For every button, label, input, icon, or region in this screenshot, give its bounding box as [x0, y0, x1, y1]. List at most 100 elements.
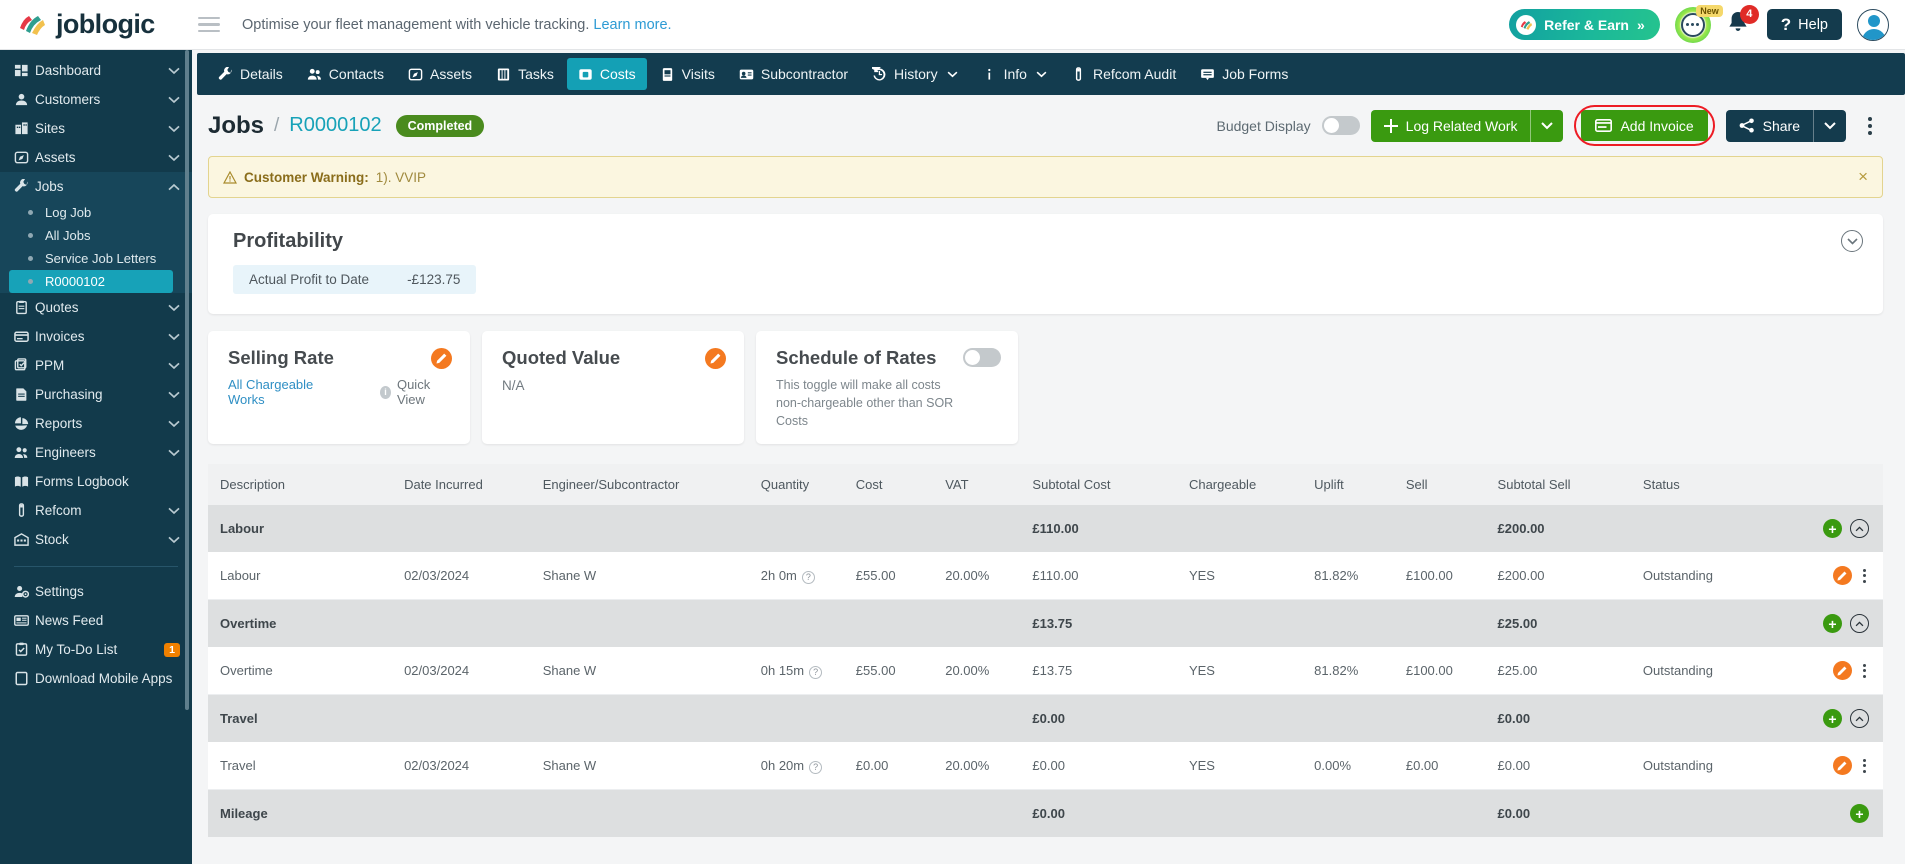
schedule-of-rates-toggle[interactable]: [963, 348, 1001, 367]
tab-chevron-down-icon[interactable]: [947, 71, 958, 78]
add-cost-button[interactable]: +: [1823, 519, 1842, 539]
sidebar-subitem-r0000102[interactable]: R0000102: [9, 270, 173, 293]
edit-row-button[interactable]: [1832, 661, 1852, 681]
sidebar-item-chevron[interactable]: [168, 67, 180, 75]
cell-engineer: Shane W: [542, 663, 597, 679]
tab-history[interactable]: History: [861, 58, 969, 90]
sidebar-item-chevron[interactable]: [168, 420, 180, 428]
tab-details[interactable]: Details: [207, 58, 294, 90]
sidebar-scrollbar[interactable]: [185, 50, 189, 710]
sidebar-item-forms-logbook[interactable]: Forms Logbook: [0, 467, 192, 496]
sidebar-subitem-service-job-letters[interactable]: Service Job Letters: [0, 247, 192, 270]
row-menu-button[interactable]: [1860, 568, 1869, 584]
sidebar-subitem-log-job[interactable]: Log Job: [0, 201, 192, 224]
share-button[interactable]: Share: [1725, 109, 1846, 142]
cell-engineer: [537, 600, 755, 648]
selling-rate-link[interactable]: All Chargeable Works: [228, 377, 336, 407]
refer-and-earn-button[interactable]: Refer & Earn »: [1509, 9, 1660, 40]
sidebar-item-chevron[interactable]: [168, 362, 180, 370]
sidebar-item-my-to-do-list[interactable]: My To-Do List 1: [0, 635, 192, 664]
tab-chevron-down-icon[interactable]: [1036, 71, 1047, 78]
collapse-group-icon[interactable]: [1850, 709, 1869, 729]
budget-display-toggle[interactable]: [1321, 116, 1360, 135]
sidebar-item-download-mobile-apps[interactable]: Download Mobile Apps: [0, 664, 192, 693]
cell-uplift: [1308, 695, 1400, 743]
tab-assets[interactable]: Assets: [397, 58, 483, 90]
sidebar-item-dashboard[interactable]: Dashboard: [0, 56, 192, 85]
notifications-button[interactable]: 4: [1726, 4, 1759, 40]
quantity-info-icon[interactable]: ?: [809, 760, 823, 774]
tab-subcontractor[interactable]: Subcontractor: [728, 58, 859, 90]
edit-row-button[interactable]: [1832, 566, 1852, 586]
help-button[interactable]: ? Help: [1766, 9, 1842, 40]
chat-button[interactable]: New: [1674, 4, 1723, 43]
sidebar-item-chevron[interactable]: [168, 183, 180, 191]
sidebar-item-ppm[interactable]: PPM: [0, 351, 192, 380]
quantity-info-icon[interactable]: ?: [809, 665, 823, 679]
sidebar-item-news-feed[interactable]: News Feed: [0, 606, 192, 635]
add-cost-button[interactable]: +: [1850, 804, 1869, 824]
row-menu-button[interactable]: [1860, 758, 1869, 774]
edit-selling-rate-button[interactable]: [431, 348, 452, 369]
sidebar-item-stock[interactable]: Stock: [0, 525, 192, 554]
promo-learn-more-link[interactable]: Learn more.: [593, 17, 671, 33]
sidebar-item-chevron[interactable]: [168, 536, 180, 544]
edit-row-button[interactable]: [1832, 756, 1852, 776]
sidebar-item-chevron[interactable]: [168, 449, 180, 457]
tab-job-forms[interactable]: Job Forms: [1189, 58, 1299, 90]
collapse-group-icon[interactable]: [1850, 519, 1869, 539]
add-invoice-label: Add Invoice: [1620, 117, 1694, 134]
sidebar-item-refcom[interactable]: Refcom: [0, 496, 192, 525]
breadcrumb-separator: /: [274, 114, 280, 136]
sidebar-navigation: Dashboard Customers Sites Assets Jobs Log Job…: [0, 50, 192, 864]
sidebar-item-invoices[interactable]: Invoices: [0, 322, 192, 351]
add-cost-button[interactable]: +: [1823, 614, 1842, 634]
sidebar-item-reports[interactable]: Reports: [0, 409, 192, 438]
cost-data-row: Travel 02/03/2024 Shane W 0h 20m? £0.00 20.00…: [208, 742, 1883, 790]
row-menu-button[interactable]: [1860, 663, 1869, 679]
cost-group-row: Overtime £13.75 £25.00 +: [208, 599, 1883, 648]
tab-visits[interactable]: Visits: [649, 58, 726, 90]
sidebar-item-engineers[interactable]: Engineers: [0, 438, 192, 467]
sidebar-item-chevron[interactable]: [168, 125, 180, 133]
sidebar-item-settings[interactable]: Settings: [0, 577, 192, 606]
tab-costs[interactable]: Costs: [566, 58, 647, 90]
collapse-group-icon[interactable]: [1850, 614, 1869, 634]
sidebar-subitem-all-jobs[interactable]: All Jobs: [0, 224, 192, 247]
sidebar-item-chevron[interactable]: [168, 391, 180, 399]
add-cost-button[interactable]: +: [1823, 709, 1842, 729]
profitability-collapse-icon[interactable]: [1841, 230, 1863, 252]
sidebar-item-label: Quotes: [35, 300, 79, 315]
tab-info[interactable]: Info: [971, 58, 1058, 90]
sidebar-item-chevron[interactable]: [168, 304, 180, 312]
tab-contacts[interactable]: Contacts: [296, 58, 395, 90]
sidebar-item-quotes[interactable]: Quotes: [0, 293, 192, 322]
add-invoice-button[interactable]: Add Invoice: [1581, 110, 1708, 141]
sidebar-item-purchasing[interactable]: Purchasing: [0, 380, 192, 409]
log-related-work-dropdown[interactable]: [1530, 109, 1563, 142]
edit-quoted-value-button[interactable]: [705, 348, 726, 369]
quantity-info-icon[interactable]: ?: [801, 570, 815, 584]
sidebar-item-chevron[interactable]: [168, 507, 180, 515]
menu-toggle-icon[interactable]: [198, 16, 220, 33]
tab-refcom-audit[interactable]: Refcom Audit: [1060, 58, 1187, 90]
sidebar-item-chevron[interactable]: [168, 333, 180, 341]
close-icon[interactable]: ×: [1858, 167, 1868, 187]
sidebar-item-assets[interactable]: Assets: [0, 143, 192, 172]
sidebar-item-sites[interactable]: Sites: [0, 114, 192, 143]
quick-view-control[interactable]: i Quick View: [379, 377, 452, 407]
sidebar-item-chevron[interactable]: [168, 96, 180, 104]
sidebar-item-chevron[interactable]: [168, 154, 180, 162]
sidebar-item-label: Sites: [35, 121, 66, 136]
sidebar-item-jobs[interactable]: Jobs: [0, 172, 192, 201]
share-label: Share: [1762, 117, 1800, 134]
log-related-work-button[interactable]: Log Related Work: [1370, 109, 1564, 142]
sidebar-item-customers[interactable]: Customers: [0, 85, 192, 114]
more-options-button[interactable]: [1857, 110, 1883, 142]
breadcrumb-job-id[interactable]: R0000102: [289, 114, 381, 137]
tab-tasks[interactable]: Tasks: [485, 58, 565, 90]
user-avatar[interactable]: [1857, 8, 1889, 41]
share-dropdown[interactable]: [1813, 109, 1846, 142]
brand-logo[interactable]: joblogic: [16, 9, 188, 40]
breadcrumb-jobs[interactable]: Jobs: [208, 112, 264, 140]
